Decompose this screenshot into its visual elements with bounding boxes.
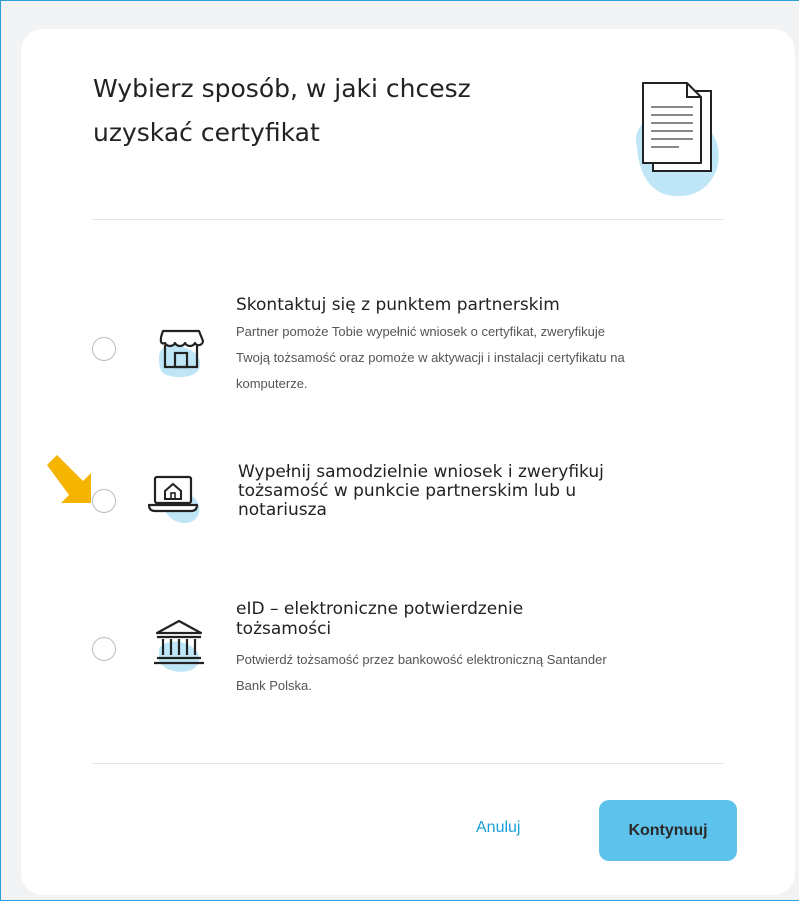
option-title: Wypełnij samodzielnie wniosek i zweryfik… (238, 462, 604, 520)
certificate-method-dialog: Wybierz sposób, w jaki chcesz uzyskać ce… (21, 29, 795, 895)
bank-icon (154, 619, 204, 672)
radio-partner-point[interactable] (92, 337, 116, 361)
bottom-divider (93, 763, 723, 764)
option-title: Skontaktuj się z punktem partnerskim (236, 295, 560, 315)
option-description: Potwierdź tożsamość przez bankowość elek… (236, 652, 607, 693)
dialog-title: Wybierz sposób, w jaki chcesz uzyskać ce… (93, 74, 471, 147)
radio-self-apply[interactable] (92, 489, 116, 513)
laptop-home-icon (147, 475, 200, 523)
option-title: eID – elektroniczne potwierdzenie tożsam… (236, 599, 524, 639)
cancel-link[interactable]: Anuluj (476, 819, 520, 837)
document-icon (635, 82, 719, 197)
option-description: Partner pomoże Tobie wypełnić wniosek o … (236, 324, 625, 391)
top-divider (93, 219, 723, 220)
store-icon (159, 329, 205, 378)
window-frame: Wybierz sposób, w jaki chcesz uzyskać ce… (0, 0, 799, 901)
continue-button[interactable]: Kontynuuj (599, 800, 737, 861)
radio-eid[interactable] (92, 637, 116, 661)
